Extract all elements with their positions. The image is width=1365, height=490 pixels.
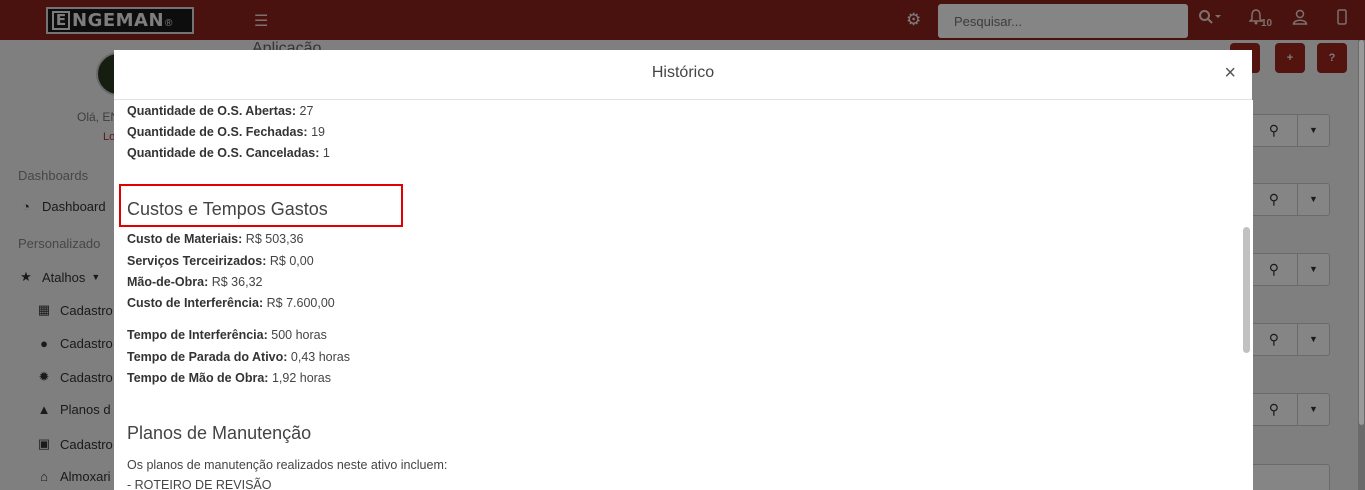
history-modal: Histórico × Quantidade de O.S. Abertas: …: [114, 50, 1252, 490]
cost-outsourced: Serviços Terceirizados: R$ 0,00: [127, 254, 314, 268]
highlight-box: [119, 184, 403, 227]
os-stat-open: Quantidade de O.S. Abertas: 27: [127, 104, 314, 118]
cost-labor: Mão-de-Obra: R$ 36,32: [127, 275, 263, 289]
modal-scrollbar-thumb[interactable]: [1243, 227, 1250, 353]
time-labor: Tempo de Mão de Obra: 1,92 horas: [127, 371, 332, 385]
cost-materials: Custo de Materiais: R$ 503,36: [127, 232, 304, 246]
cost-interference: Custo de Interferência: R$ 7.600,00: [127, 296, 335, 310]
time-asset-stop: Tempo de Parada do Ativo: 0,43 horas: [127, 350, 350, 364]
modal-header: Histórico ×: [114, 50, 1252, 100]
os-stat-cancelled: Quantidade de O.S. Canceladas: 1: [127, 146, 330, 160]
modal-title: Histórico: [651, 64, 715, 81]
plans-intro: Os planos de manutenção realizados neste…: [127, 458, 448, 472]
time-interference: Tempo de Interferência: 500 horas: [127, 328, 327, 342]
plans-item: - ROTEIRO DE REVISÃO: [127, 478, 272, 490]
close-icon[interactable]: ×: [1224, 62, 1236, 85]
section-title-plans: Planos de Manutenção: [127, 423, 312, 443]
os-stat-closed: Quantidade de O.S. Fechadas: 19: [127, 125, 325, 139]
page-scrollbar-thumb[interactable]: [1359, 40, 1364, 425]
